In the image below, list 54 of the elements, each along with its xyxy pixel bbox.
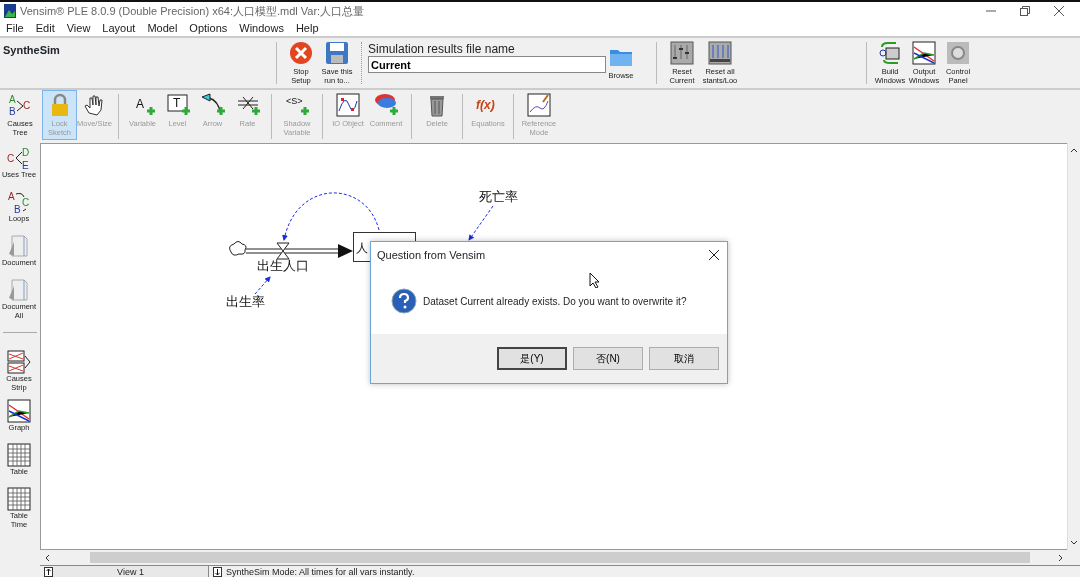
- menu-item[interactable]: View: [60, 19, 97, 37]
- menu-item[interactable]: Model: [141, 19, 184, 37]
- save-icon: [325, 41, 349, 65]
- view-tab[interactable]: View 1: [53, 565, 209, 577]
- menu-item[interactable]: Windows: [233, 19, 290, 37]
- reference-graph-icon: [527, 93, 551, 117]
- graph-icon: [912, 41, 936, 65]
- variable-label: 死亡率: [479, 189, 518, 204]
- slider-panel-icon: [708, 41, 732, 65]
- dialog-button[interactable]: 否(N): [573, 347, 643, 370]
- scroll-down-icon[interactable]: [1070, 540, 1078, 546]
- dialog-button[interactable]: 是(Y): [497, 347, 567, 370]
- stop-icon: [289, 41, 313, 65]
- cloud-icon: [229, 241, 247, 256]
- close-icon[interactable]: [1054, 6, 1064, 16]
- equation-icon: f(x): [476, 93, 500, 117]
- menu-item[interactable]: Edit: [29, 19, 61, 37]
- arrow-icon: [200, 93, 225, 117]
- question-icon: [391, 288, 417, 314]
- menu-item[interactable]: File: [0, 19, 30, 37]
- flow-label: 出生人口: [257, 258, 309, 273]
- down-arrow-icon[interactable]: [213, 566, 222, 577]
- slider-panel-icon: [670, 41, 694, 65]
- gear-icon: [946, 41, 970, 65]
- restore-icon[interactable]: [1020, 6, 1030, 16]
- window-title: Vensim® PLE 8.0.9 (Double Precision) x64:人口模型.mdl Var:人口总量: [20, 3, 365, 19]
- status-message: SyntheSim Mode: All times for all vars instantly.: [226, 565, 415, 577]
- dialog-message: Dataset Current already exists. Do you want to overwrite it?: [423, 294, 687, 309]
- synthesim-label: SyntheSim: [2, 43, 61, 58]
- file-name-field[interactable]: Current: [368, 56, 606, 73]
- graph-icon: [7, 399, 31, 423]
- scroll-right-icon: [1058, 553, 1064, 562]
- scroll-up-icon[interactable]: [1070, 147, 1078, 153]
- variable-label: 出生率: [226, 294, 265, 309]
- menu-item[interactable]: Layout: [96, 19, 142, 37]
- table-icon: [7, 487, 31, 511]
- link-arrow: [468, 205, 494, 241]
- app-icon: [4, 4, 16, 18]
- menu-item[interactable]: Options: [183, 19, 234, 37]
- dialog-button[interactable]: 取消: [649, 347, 719, 370]
- document-icon: [7, 234, 31, 258]
- close-icon[interactable]: [709, 250, 719, 260]
- document-icon: [7, 278, 31, 302]
- menu-item[interactable]: Help: [289, 19, 325, 37]
- mouse-pointer-icon: [589, 272, 599, 288]
- link-arrow: [254, 276, 271, 295]
- build-windows-icon: [878, 41, 902, 65]
- speech-bubble-icon: [374, 93, 398, 117]
- graph-strip-icon: [7, 350, 31, 374]
- scroll-left-icon: [44, 553, 50, 562]
- io-object-icon: [336, 93, 360, 117]
- field-label: Simulation results file name: [368, 42, 516, 56]
- table-icon: [7, 443, 31, 467]
- up-arrow-icon[interactable]: [44, 566, 53, 577]
